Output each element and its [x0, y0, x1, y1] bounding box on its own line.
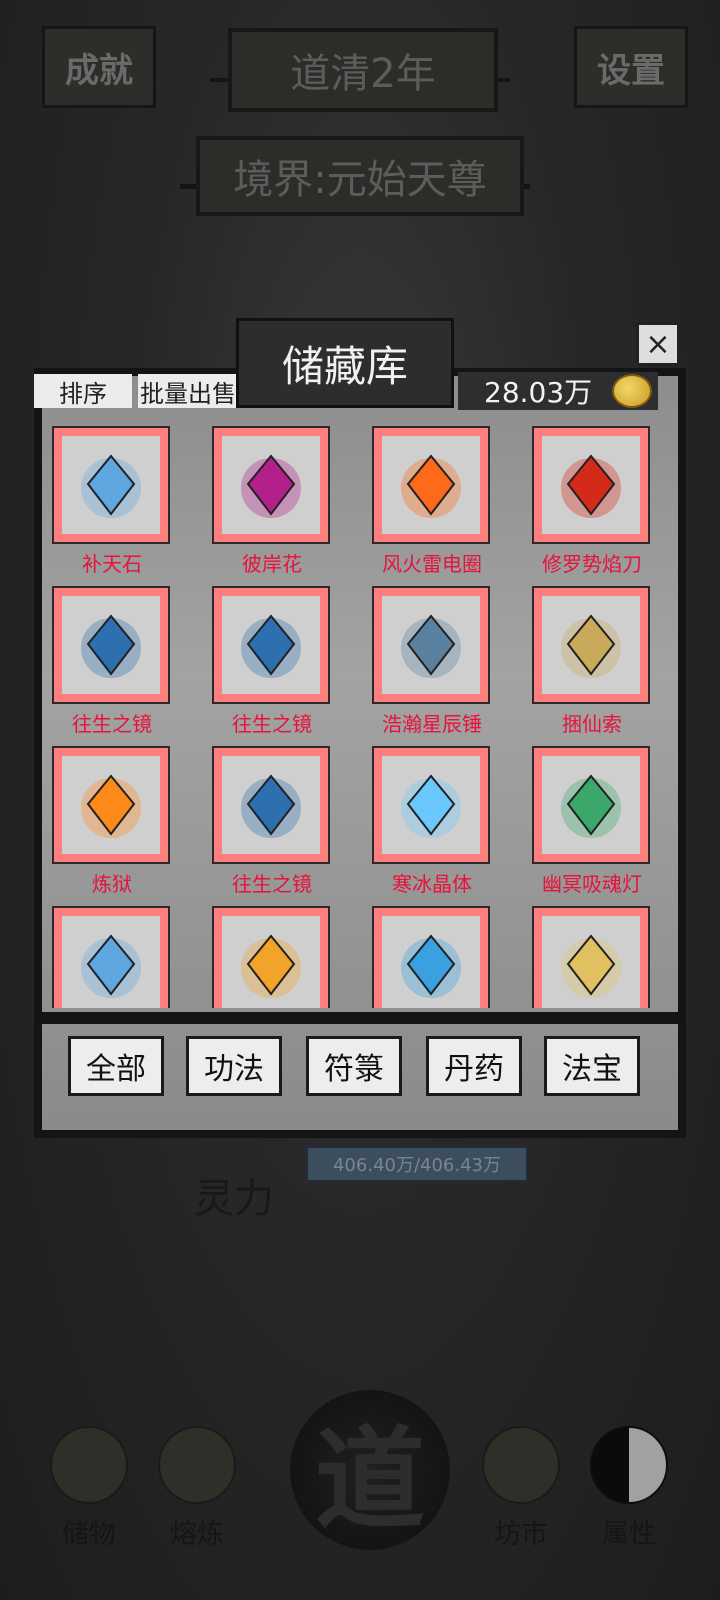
item-frame [532, 906, 650, 1008]
item-frame [372, 426, 490, 544]
modal-title: 储藏库 [236, 318, 454, 408]
item-slot[interactable]: 炼狱 [52, 746, 172, 897]
item-frame [212, 746, 330, 864]
item-grid: 补天石 彼岸花 风火雷电圈 修罗势焰刀 往生之镜 往生之镜 浩瀚星辰锤 捆仙索 炼狱 往生之镜 寒冰… [44, 418, 656, 1008]
item-icon-area [382, 596, 480, 694]
item-icon-area [62, 916, 160, 1008]
item-slot[interactable]: 浩瀚星辰锤 [372, 586, 492, 737]
item-frame [372, 746, 490, 864]
item-frame [52, 586, 170, 704]
gold-coin-icon [612, 374, 652, 408]
item-name: 幽冥吸魂灯 [542, 872, 642, 896]
mirror-icon [241, 774, 301, 838]
item-slot[interactable]: 往生之镜 [212, 746, 332, 897]
item-icon-area [542, 916, 640, 1008]
item-icon-area [222, 436, 320, 534]
item-frame [212, 426, 330, 544]
fire-icon [81, 774, 141, 838]
item-frame [52, 426, 170, 544]
item-frame [532, 426, 650, 544]
tab-talismans[interactable]: 符箓 [306, 1036, 402, 1096]
item-frame [532, 746, 650, 864]
item-icon-area [62, 436, 160, 534]
tab-all[interactable]: 全部 [68, 1036, 164, 1096]
mirror-icon [241, 614, 301, 678]
item-name: 修罗势焰刀 [542, 552, 642, 576]
item-slot[interactable]: 彼岸花 [212, 426, 332, 577]
ghost-lamp-icon [561, 774, 621, 838]
item-slot[interactable]: 补天石 [52, 426, 172, 577]
item-frame [372, 906, 490, 1008]
item-icon-area [222, 756, 320, 854]
item-slot[interactable] [52, 906, 172, 1008]
tab-skills[interactable]: 功法 [186, 1036, 282, 1096]
tab-pills[interactable]: 丹药 [426, 1036, 522, 1096]
item-icon-area [222, 596, 320, 694]
item-icon-area [542, 756, 640, 854]
item-name: 往生之镜 [232, 712, 312, 736]
item-icon-area [382, 756, 480, 854]
flower-icon [241, 454, 301, 518]
staff-icon [241, 934, 301, 998]
item-name: 彼岸花 [242, 552, 302, 576]
item-slot[interactable]: 风火雷电圈 [372, 426, 492, 577]
item-name: 炼狱 [92, 872, 132, 896]
item-name: 浩瀚星辰锤 [382, 712, 482, 736]
bulk-sell-button[interactable]: 批量出售 [138, 374, 238, 408]
item-icon-area [382, 916, 480, 1008]
crystal-icon [81, 454, 141, 518]
mirror-icon [81, 614, 141, 678]
item-slot[interactable]: 捆仙索 [532, 586, 652, 737]
item-icon-area [62, 756, 160, 854]
item-slot[interactable]: 幽冥吸魂灯 [532, 746, 652, 897]
sort-button[interactable]: 排序 [34, 374, 132, 408]
rope-icon [561, 614, 621, 678]
tab-artifacts[interactable]: 法宝 [544, 1036, 640, 1096]
bell-icon [561, 934, 621, 998]
item-icon-area [542, 596, 640, 694]
item-frame [212, 906, 330, 1008]
item-icon-area [62, 596, 160, 694]
item-frame [52, 906, 170, 1008]
item-slot[interactable] [212, 906, 332, 1008]
item-slot[interactable]: 修罗势焰刀 [532, 426, 652, 577]
item-name: 捆仙索 [562, 712, 622, 736]
item-icon-area [542, 436, 640, 534]
crystal-icon [81, 934, 141, 998]
turtle-chest-icon [401, 934, 461, 998]
tabs-divider [34, 1012, 686, 1024]
flame-blade-icon [561, 454, 621, 518]
hammer-icon [401, 614, 461, 678]
fire-ring-icon [401, 454, 461, 518]
item-frame [372, 586, 490, 704]
item-slot[interactable] [532, 906, 652, 1008]
item-slot[interactable] [372, 906, 492, 1008]
item-name: 补天石 [82, 552, 142, 576]
item-slot[interactable]: 往生之镜 [212, 586, 332, 737]
item-name: 风火雷电圈 [382, 552, 482, 576]
item-slot[interactable]: 寒冰晶体 [372, 746, 492, 897]
ice-crystal-icon [401, 774, 461, 838]
close-button[interactable]: × [636, 322, 680, 366]
item-slot[interactable]: 往生之镜 [52, 586, 172, 737]
item-icon-area [382, 436, 480, 534]
item-frame [212, 586, 330, 704]
item-frame [532, 586, 650, 704]
item-name: 往生之镜 [72, 712, 152, 736]
item-icon-area [222, 916, 320, 1008]
item-name: 往生之镜 [232, 872, 312, 896]
item-name: 寒冰晶体 [392, 872, 472, 896]
item-frame [52, 746, 170, 864]
